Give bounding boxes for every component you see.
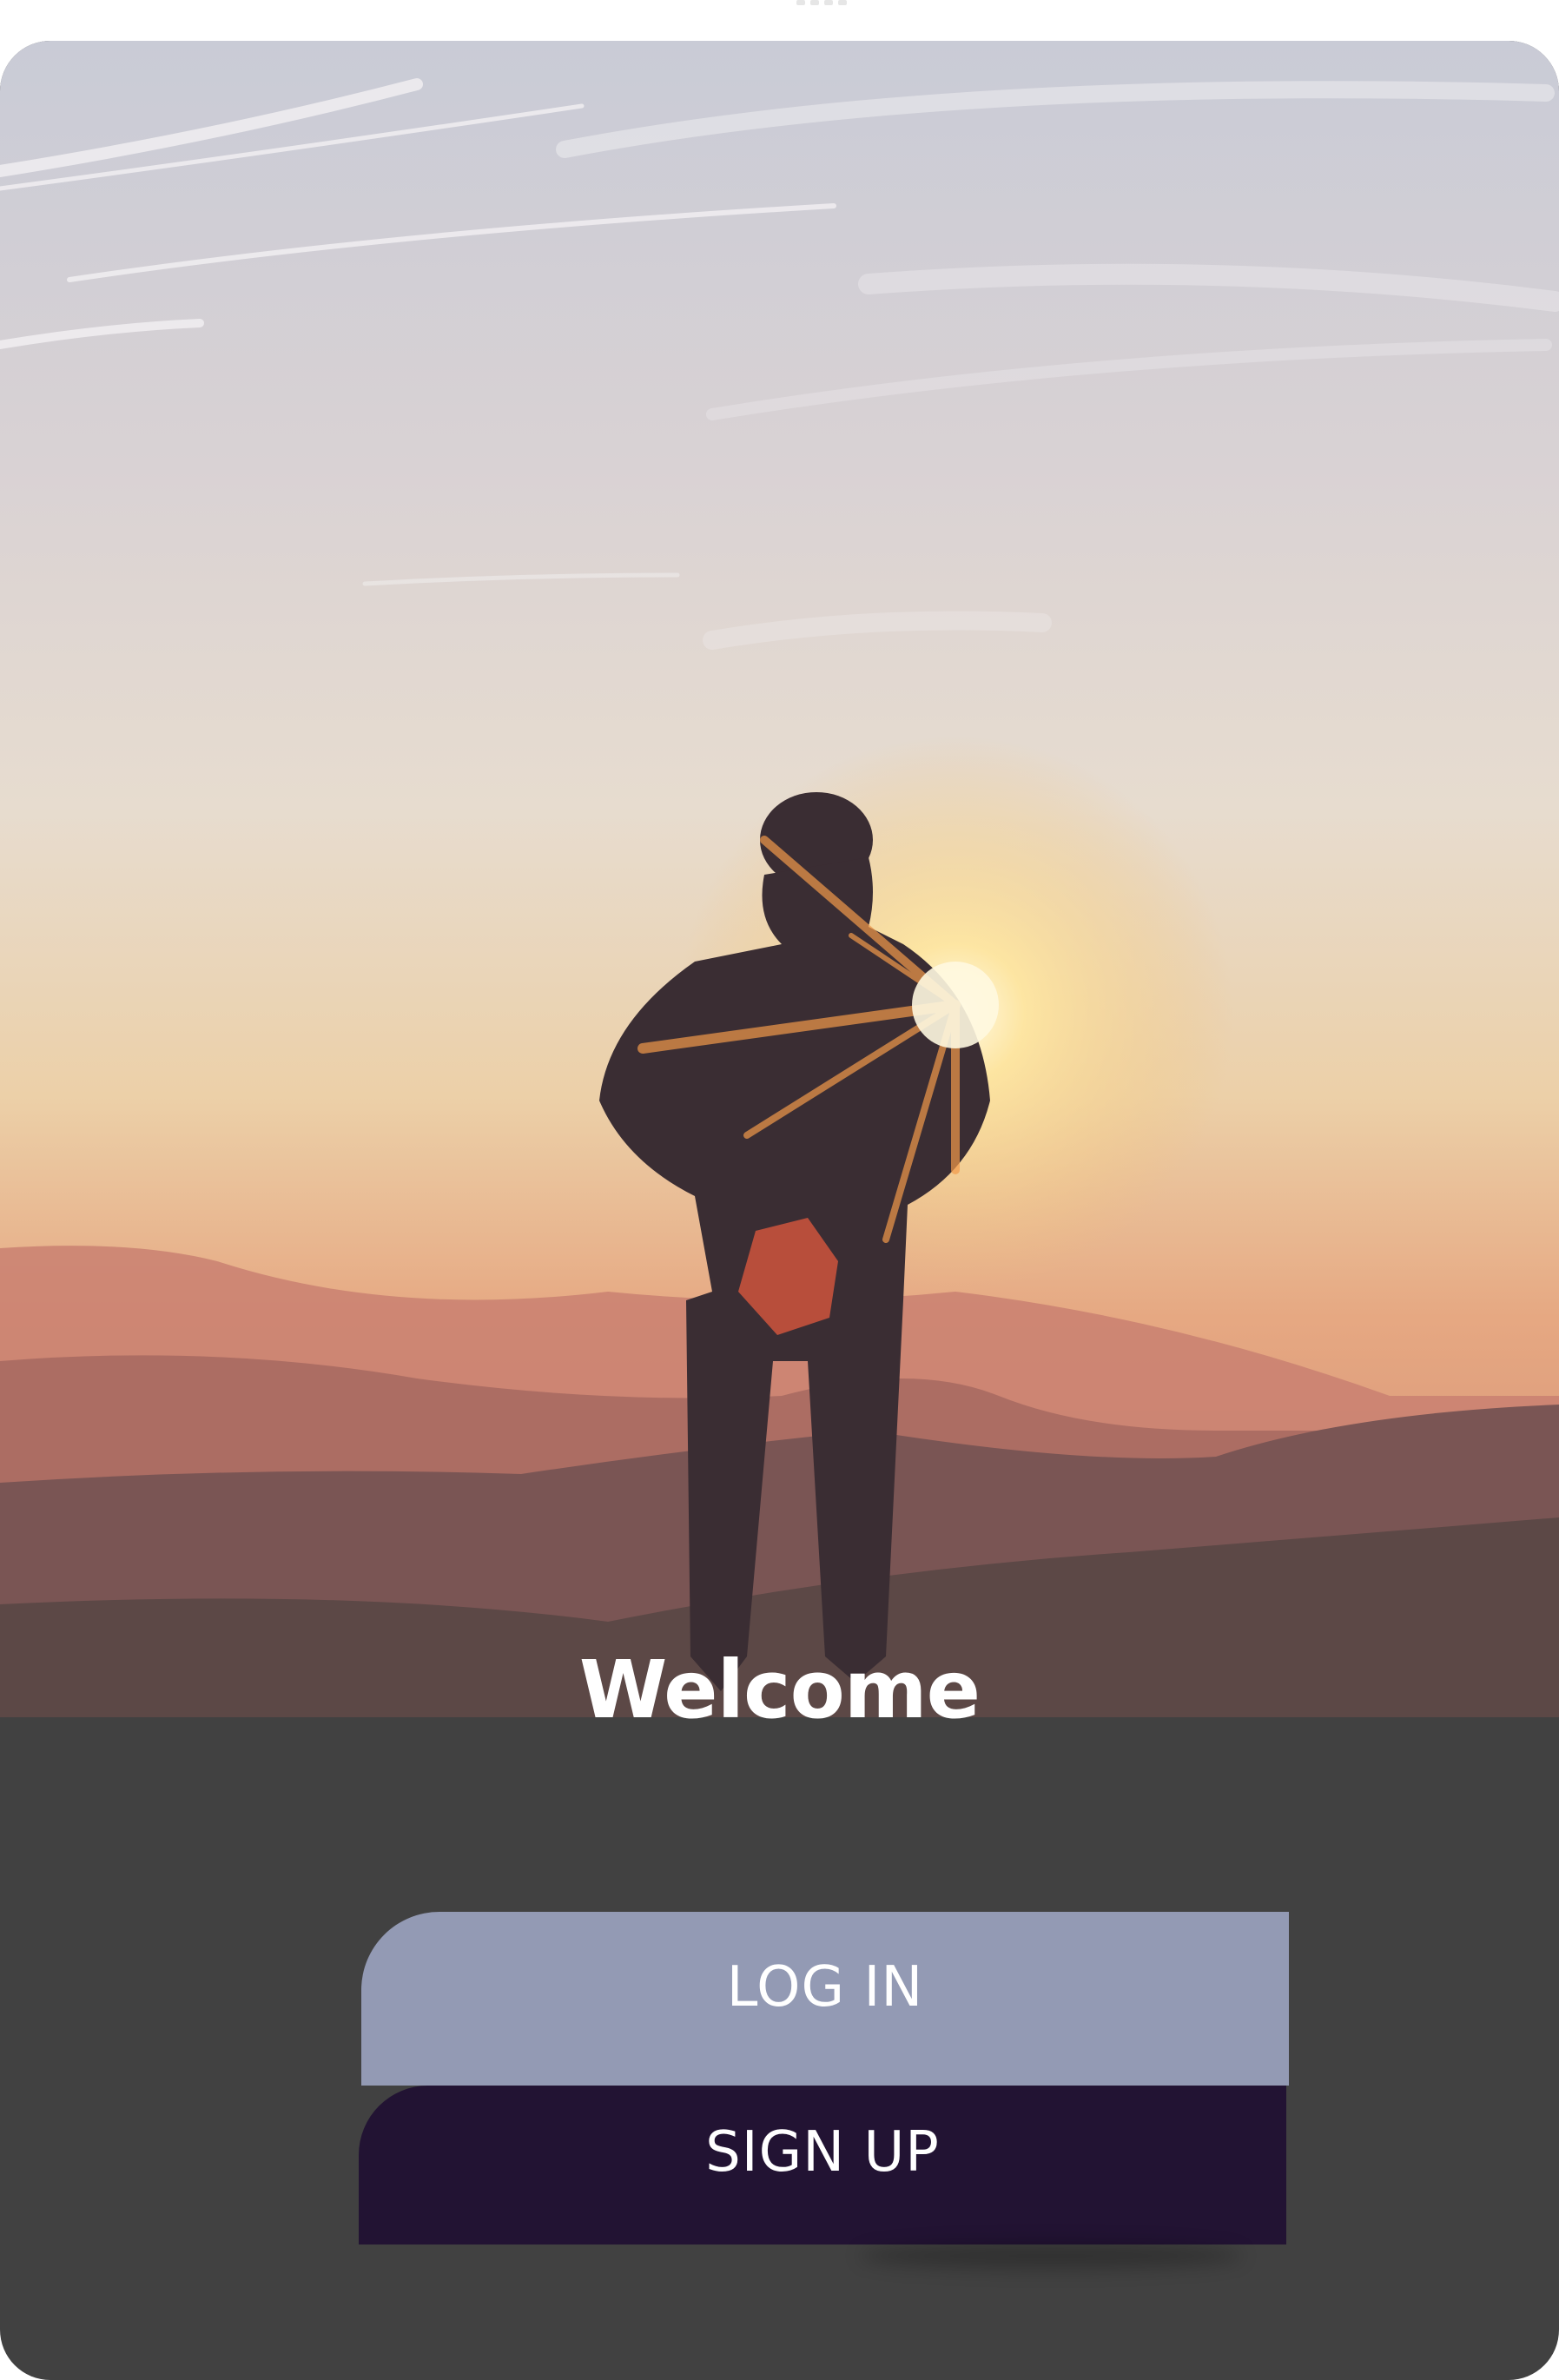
welcome-title: Welcome bbox=[578, 1643, 981, 1736]
login-button[interactable]: LOG IN bbox=[361, 1912, 1289, 2086]
welcome-card: Welcome LOG IN SIGN UP bbox=[0, 41, 1559, 2380]
signup-button[interactable]: SIGN UP bbox=[359, 2086, 1286, 2244]
handle-dot bbox=[796, 0, 805, 5]
drag-handle[interactable] bbox=[796, 0, 849, 7]
hero-image bbox=[0, 41, 1559, 1743]
button-shadow bbox=[860, 2243, 1242, 2269]
handle-dot bbox=[824, 0, 833, 5]
handle-dot bbox=[810, 0, 819, 5]
handle-dot bbox=[838, 0, 847, 5]
